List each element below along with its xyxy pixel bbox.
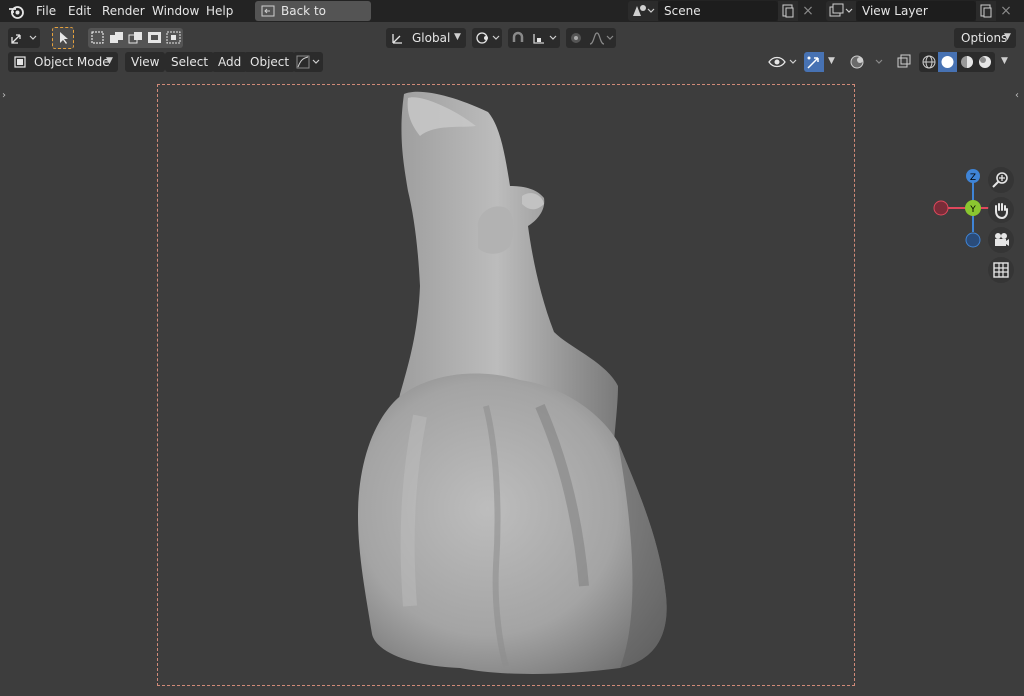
chevron-down-icon: ▼ [106,56,113,66]
transform-tool-icon [11,34,37,44]
curve-dropdown[interactable] [293,52,323,72]
select-intersect-button[interactable] [164,28,183,48]
gizmo-icon [807,56,819,69]
top-menu-bar: File Edit Render Window Help Back to Pre… [0,0,1024,38]
close-icon[interactable]: × [996,1,1016,21]
chevron-down-icon: ▼ [828,56,835,66]
new-view-layer-button[interactable] [976,1,996,21]
orientation-icon [392,34,402,44]
zoom-button[interactable] [988,167,1014,193]
neg-x-axis-handle[interactable] [933,200,949,216]
sculpt-mesh[interactable] [300,86,680,686]
pan-button[interactable] [988,197,1014,223]
selection-mode-group [88,28,184,48]
select-invert-icon [148,32,161,43]
chevron-down-icon: ▼ [1001,56,1008,66]
pivot-point-dropdown[interactable] [472,28,502,48]
select-new-button[interactable] [88,28,107,48]
select-invert-button[interactable] [145,28,164,48]
transform-orientation-dropdown[interactable]: Global ▼ [386,28,466,48]
blender-logo-icon[interactable] [8,3,25,20]
3d-viewport[interactable]: › ‹ Z Y [0,76,1024,696]
chevron-down-icon: ▼ [454,32,461,42]
camera-view-button[interactable] [988,227,1014,253]
orientation-label: Global [412,31,451,45]
proportional-edit-icon[interactable] [568,30,584,46]
falloff-icon[interactable] [588,30,616,46]
shading-dropdown[interactable]: ▼ [997,52,1015,72]
tool-settings-header: Global ▼ Options ▼ [0,22,1024,54]
sidebar-toggle-icon[interactable]: ‹ [1015,90,1019,101]
snap-group [508,28,560,48]
eye-icon [768,56,797,68]
magnet-icon[interactable] [510,30,526,46]
chevron-down-icon: ▼ [1004,32,1011,42]
curve-icon [296,55,320,69]
ortho-toggle-button[interactable] [988,257,1014,283]
scene-icon [633,5,655,16]
menu-help[interactable]: Help [200,0,239,22]
menu-render[interactable]: Render [96,0,151,22]
menu-window[interactable]: Window [146,0,205,22]
transform-tool-dropdown[interactable] [8,28,40,48]
pivot-icon [476,32,500,44]
camera-icon [995,233,1009,246]
select-intersect-icon [166,31,181,44]
overlays-dropdown[interactable] [848,52,886,72]
select-tool-button[interactable] [52,27,74,49]
viewport-header: Object Mode ▼ View Select Add Object ▼ ▼ [0,52,1024,76]
object-mode-icon [14,56,26,68]
hand-icon [995,203,1008,220]
wireframe-shading-icon[interactable] [920,53,938,71]
view-layer-icon [829,3,853,17]
select-subtract-button[interactable] [126,28,145,48]
select-extend-icon [110,32,123,43]
visibility-dropdown[interactable] [766,52,800,72]
shading-group [919,52,995,72]
neg-z-axis-handle[interactable] [965,232,981,248]
scene-name-field[interactable]: Scene [658,1,778,21]
scene-browse-button[interactable] [628,1,658,21]
back-icon [261,5,275,17]
xray-icon [897,54,911,68]
view-layer-browse-button[interactable] [826,1,856,21]
overlays-icon [850,55,883,69]
zoom-icon [992,172,1008,188]
select-extend-button[interactable] [107,28,126,48]
duplicate-icon [980,4,992,18]
gizmo-dropdown[interactable]: ▼ [824,52,842,72]
proportional-edit-group [566,28,616,48]
view-menu[interactable]: View [125,52,166,72]
object-menu[interactable]: Object [244,52,296,72]
close-icon[interactable]: × [798,1,818,21]
select-cursor-icon [60,32,68,44]
grid-icon [993,262,1009,278]
back-to-previous-button[interactable]: Back to Previous [255,1,371,38]
snap-increment-icon[interactable] [532,30,560,46]
add-menu[interactable]: Add [212,52,248,72]
menu-edit[interactable]: Edit [62,0,97,22]
select-subtract-icon [128,32,142,44]
new-scene-button[interactable] [778,1,798,21]
z-axis-label: Z [970,173,976,183]
view-layer-name-field[interactable]: View Layer [856,1,976,21]
gizmo-toggle-button[interactable] [804,52,824,72]
options-dropdown[interactable]: Options ▼ [954,28,1016,48]
rendered-shading-icon[interactable] [976,53,994,71]
material-shading-icon[interactable] [958,53,976,71]
object-mode-dropdown[interactable]: Object Mode ▼ [8,52,118,72]
options-label: Options [961,31,1008,45]
menu-file[interactable]: File [30,0,62,22]
select-new-icon [91,31,104,44]
solid-shading-icon [941,56,954,68]
select-menu[interactable]: Select [165,52,215,72]
mode-label: Object Mode [34,55,110,69]
xray-toggle-button[interactable] [894,52,914,72]
duplicate-icon [782,4,794,18]
y-axis-label: Y [969,205,976,215]
toolbar-toggle-icon[interactable]: › [2,90,6,101]
solid-shading-button[interactable] [938,52,957,72]
